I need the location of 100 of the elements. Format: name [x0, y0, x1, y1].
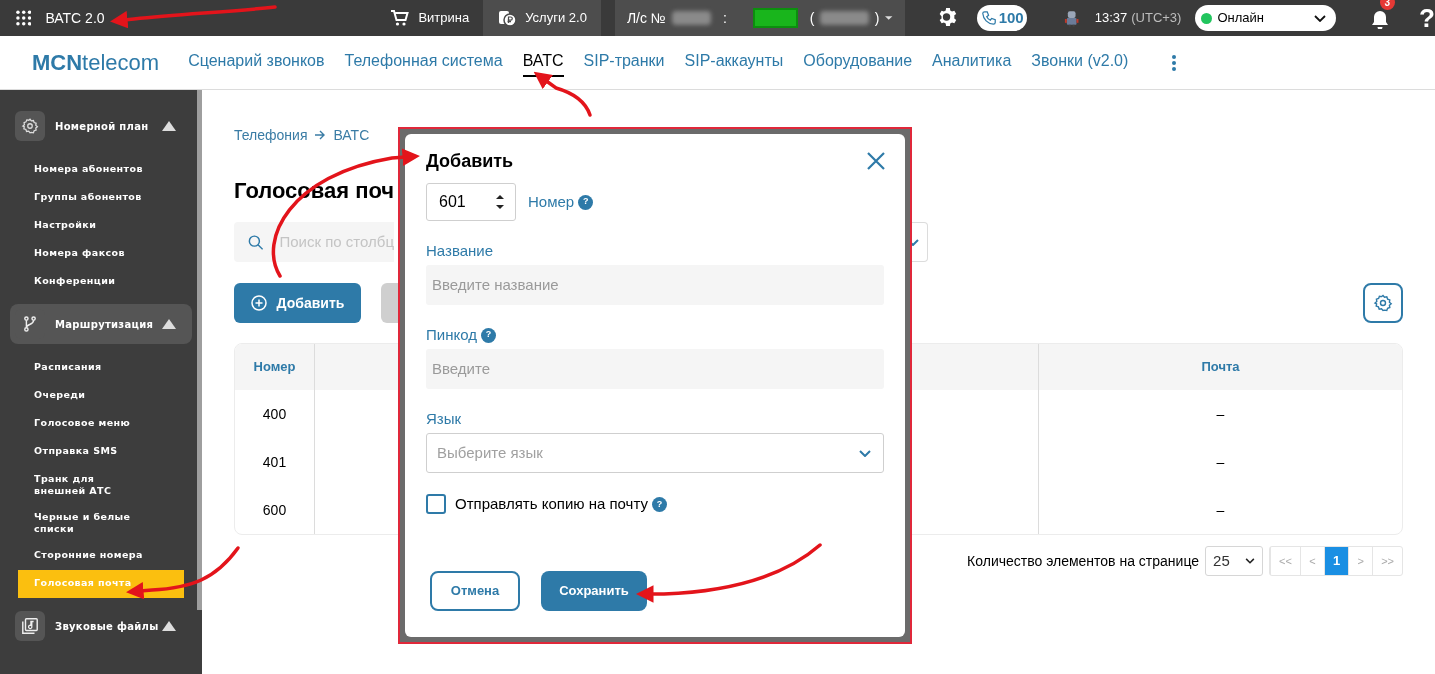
column-header[interactable]: Почта	[1201, 357, 1240, 377]
help-icon[interactable]: ?	[578, 194, 594, 210]
cart-icon	[390, 8, 411, 28]
chevron-down-icon	[859, 449, 871, 457]
arrow-right-icon	[315, 130, 326, 140]
per-page-label: Количество элементов на странице	[967, 551, 1200, 571]
help-button[interactable]: ?	[1419, 5, 1435, 31]
placeholder-text: Выберите язык	[437, 442, 544, 463]
field-label: Язык	[426, 408, 462, 429]
calls-counter[interactable]: 100	[977, 5, 1028, 31]
help-icon[interactable]: ?	[480, 327, 496, 343]
sidebar-section[interactable]: Звуковые файлы	[10, 606, 192, 646]
paren-text: (	[809, 8, 815, 28]
caret-icon	[885, 16, 893, 20]
sidebar-item[interactable]: Очереди	[18, 382, 184, 410]
plus-circle-icon	[250, 295, 267, 311]
section-title: Звуковые файлы	[55, 619, 160, 634]
help-icon[interactable]: ?	[652, 496, 667, 512]
more-menu-icon[interactable]	[1172, 54, 1177, 71]
blurred-area	[671, 11, 711, 25]
annotation-arrow	[533, 71, 592, 117]
column-header[interactable]: Номер	[253, 357, 296, 377]
settings-button[interactable]	[1363, 283, 1403, 323]
language-select[interactable]: Выберите язык	[426, 433, 884, 473]
sidebar-item[interactable]: Отправка SMS	[18, 438, 184, 466]
table-cell-text: 600	[262, 500, 287, 520]
separator-text: :	[722, 8, 727, 28]
table-cell-text: 400	[262, 404, 287, 424]
logo-text[interactable]: MCNtelecom	[32, 46, 160, 79]
sidebar-section[interactable]: Номерной план	[10, 106, 192, 146]
robot-avatar-icon[interactable]	[1063, 9, 1081, 27]
table-cell-text: –	[1216, 452, 1225, 472]
nav-tab[interactable]: Аналитика	[932, 48, 1012, 77]
sidebar-item[interactable]: Группы абонентов	[18, 184, 184, 212]
apps-grid-icon[interactable]	[16, 10, 32, 26]
name-input[interactable]: Введите название	[426, 265, 884, 305]
paren-text: )	[874, 8, 880, 28]
collapse-triangle-icon[interactable]	[162, 621, 176, 631]
section-title: Маршрутизация	[55, 317, 155, 332]
placeholder-text: Введите название	[432, 274, 559, 295]
gear-icon	[21, 117, 39, 135]
save-button[interactable]: Сохранить	[541, 570, 647, 611]
per-page-value: 25	[1213, 550, 1231, 571]
blurred-area	[752, 8, 798, 28]
field-label: Пинкод	[426, 324, 477, 345]
top-bar-link[interactable]: Услуги 2.0	[483, 0, 601, 36]
number-value: 601	[439, 192, 467, 212]
nav-tab[interactable]: ВАТС	[522, 48, 564, 77]
sidebar-item[interactable]: Транк для внешней АТС	[18, 466, 184, 504]
nav-tab[interactable]: Оборудование	[803, 48, 913, 77]
nav-tab[interactable]: Телефонная система	[344, 48, 503, 77]
ruble-icon	[497, 8, 518, 28]
section-title: Номерной план	[55, 119, 150, 134]
account-selector[interactable]: Л/с № : ( )	[614, 0, 905, 36]
status-label: Онлайн	[1217, 9, 1265, 28]
close-icon[interactable]	[867, 152, 885, 170]
top-bar-link[interactable]: Витрина	[376, 0, 484, 36]
field-label: Номер	[528, 191, 575, 212]
collapse-triangle-icon[interactable]	[162, 319, 176, 329]
sidebar-item[interactable]: Голосовое меню	[18, 410, 184, 438]
nav-tab[interactable]: Звонки (v2.0)	[1031, 48, 1129, 77]
settings-icon	[1373, 293, 1393, 313]
add-button[interactable]: Добавить	[234, 283, 361, 323]
checkbox-label[interactable]: Отправлять копию на почту	[455, 493, 648, 516]
app-title[interactable]: ВАТС 2.0	[45, 7, 105, 29]
breadcrumb-link[interactable]: ВАТС	[333, 124, 370, 146]
nav-tab[interactable]: Сценарий звонков	[188, 48, 325, 77]
placeholder-text: Введите	[432, 358, 490, 379]
cancel-button[interactable]: Отмена	[430, 570, 520, 611]
sidebar-item[interactable]: Настройки	[18, 212, 184, 240]
sidebar-section[interactable]: Маршрутизация	[10, 304, 192, 344]
field-label: Название	[426, 240, 494, 261]
sidebar-item[interactable]: Номера абонентов	[18, 156, 184, 184]
nav-tab[interactable]: SIP-транки	[583, 48, 665, 77]
collapse-triangle-icon[interactable]	[162, 121, 176, 131]
calls-count: 100	[998, 7, 1024, 28]
table-cell-text: 401	[262, 452, 287, 472]
music-file-icon	[21, 617, 39, 635]
breadcrumb-link[interactable]: Телефония	[234, 124, 308, 146]
bell-icon[interactable]	[1369, 9, 1390, 29]
search-icon	[248, 233, 264, 251]
nav-tab[interactable]: SIP-аккаунты	[684, 48, 784, 77]
status-select[interactable]: Онлайн	[1195, 5, 1336, 31]
branch-icon	[21, 315, 39, 333]
account-label: Л/с №	[626, 8, 666, 28]
per-page-select[interactable]: 25	[1205, 546, 1264, 576]
number-input[interactable]: 601	[426, 183, 516, 221]
sidebar-item[interactable]: Черные и белые списки	[18, 504, 184, 542]
sidebar-item[interactable]: Расписания	[18, 354, 184, 382]
pin-input[interactable]: Введите	[426, 349, 884, 389]
table-cell-text: –	[1216, 500, 1225, 520]
blurred-area	[820, 11, 869, 25]
chevron-down-icon	[1245, 558, 1256, 564]
spinner-arrows-icon[interactable]	[495, 194, 505, 210]
checkbox[interactable]	[426, 494, 446, 515]
sidebar-item[interactable]: Номера факсов	[18, 240, 184, 268]
page-button[interactable]: 1	[1323, 547, 1349, 575]
dialog-title: Добавить	[426, 150, 514, 173]
sidebar-item[interactable]: Сторонние номера	[18, 542, 184, 570]
sidebar-item[interactable]: Конференции	[18, 268, 184, 296]
